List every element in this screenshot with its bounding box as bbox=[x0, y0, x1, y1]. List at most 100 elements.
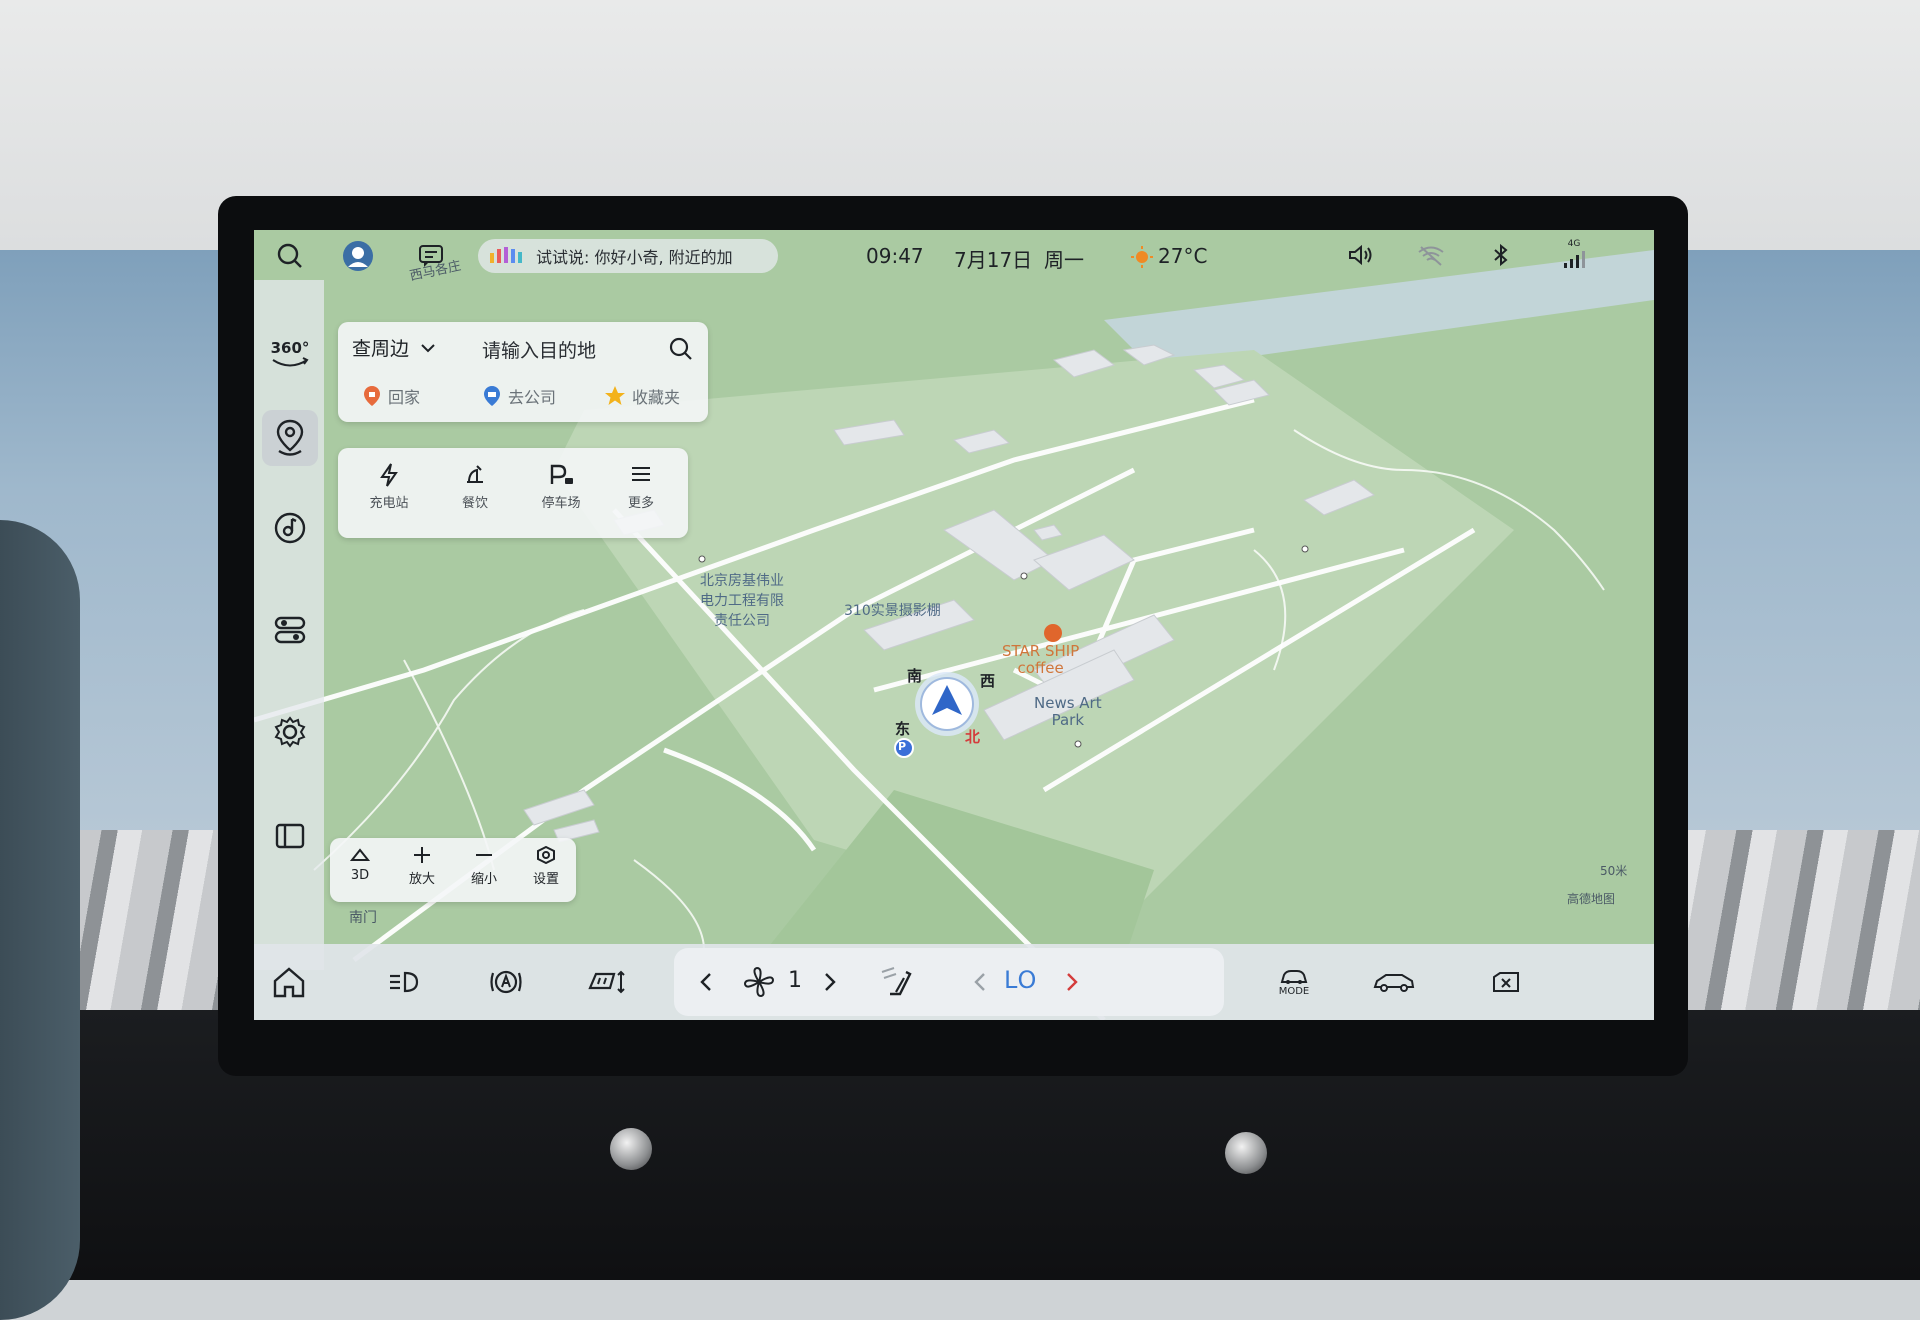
sidebar-item-music[interactable] bbox=[262, 500, 318, 556]
chevron-left-icon bbox=[974, 973, 985, 991]
map-brand-logo: 高德地图 bbox=[1567, 892, 1616, 906]
clock-time: 09:47 bbox=[866, 244, 924, 268]
fan-decrease-button[interactable] bbox=[686, 944, 726, 1020]
infotainment-screen: 西马各庄 北京房基伟业 电力工程有限 责任公司 310实景摄影棚 STAR SH… bbox=[254, 230, 1654, 1020]
message-button[interactable] bbox=[414, 240, 448, 272]
nearby-dropdown[interactable]: 查周边 bbox=[352, 334, 437, 361]
sidebar-item-controls[interactable] bbox=[262, 602, 318, 658]
destination-input[interactable]: 请输入目的地 bbox=[482, 336, 596, 363]
music-disc-icon bbox=[274, 512, 306, 544]
menu-icon bbox=[632, 467, 650, 481]
map-settings-label: 设置 bbox=[532, 872, 559, 887]
map-label-studio[interactable]: 310实景摄影棚 bbox=[844, 600, 941, 620]
message-icon bbox=[419, 245, 443, 267]
chevron-down-icon bbox=[421, 343, 435, 352]
shortcut-office[interactable]: 去公司 bbox=[482, 384, 556, 408]
temp-increase-button[interactable] bbox=[1052, 944, 1092, 1020]
shortcut-favorites[interactable]: 收藏夹 bbox=[604, 384, 680, 408]
office-pin-icon bbox=[484, 386, 500, 406]
parking-marker[interactable]: P bbox=[898, 740, 906, 753]
category-dining[interactable]: 餐饮 bbox=[450, 462, 500, 511]
sidebar-item-settings[interactable] bbox=[262, 704, 318, 760]
volume-button[interactable] bbox=[1344, 240, 1378, 270]
map-label-coffee[interactable]: STAR SHIP coffee bbox=[1002, 643, 1079, 677]
home-icon bbox=[273, 967, 305, 998]
vehicle-button[interactable] bbox=[1364, 944, 1424, 1020]
company-line-1: 北京房基伟业 bbox=[700, 573, 784, 589]
minus-icon bbox=[476, 854, 492, 856]
map-scale: 50米 bbox=[1600, 864, 1628, 878]
signal-label: 4G bbox=[1567, 238, 1581, 249]
car-mode-icon bbox=[1280, 969, 1308, 984]
user-avatar-button[interactable] bbox=[338, 236, 378, 276]
sidebar-item-apps[interactable] bbox=[262, 808, 318, 864]
seat-heating-button[interactable] bbox=[870, 944, 930, 1020]
home-button[interactable] bbox=[254, 944, 324, 1020]
zoom-out-button[interactable]: 缩小 bbox=[462, 846, 506, 887]
category-parking-label: 停车场 bbox=[541, 496, 581, 511]
gear-icon bbox=[274, 716, 306, 748]
wifi-icon bbox=[1418, 246, 1444, 266]
map-3d-button[interactable]: 3D bbox=[338, 846, 382, 883]
category-more-label: 更多 bbox=[627, 496, 654, 511]
zoom-in-label: 放大 bbox=[408, 872, 435, 887]
shortcut-home[interactable]: 回家 bbox=[362, 384, 420, 408]
status-bar: 试试说: 你好小奇, 附近的加 09:47 7月17日 周一 27°C 4G bbox=[254, 230, 1654, 280]
auto-hold-icon bbox=[490, 970, 522, 994]
speaker-icon bbox=[1349, 244, 1372, 266]
category-parking[interactable]: 停车场 bbox=[536, 462, 586, 511]
rotate-360-icon bbox=[272, 357, 309, 367]
signal-icon bbox=[1564, 250, 1585, 268]
shortcut-office-label: 去公司 bbox=[508, 388, 557, 407]
date-text: 7月17日 bbox=[954, 248, 1033, 272]
window-control-button[interactable] bbox=[1476, 944, 1536, 1020]
zoom-out-label: 缩小 bbox=[470, 872, 497, 887]
sidebar-item-navigation[interactable] bbox=[262, 410, 318, 466]
map-control-panel: 3D 放大 缩小 设置 bbox=[330, 838, 576, 902]
avatar-icon bbox=[343, 241, 373, 271]
voice-wave-icon bbox=[490, 247, 522, 263]
category-more[interactable]: 更多 bbox=[616, 462, 666, 511]
compass-north: 北 bbox=[965, 728, 981, 746]
map-label-south-gate: 南门 bbox=[349, 910, 377, 926]
seat-adjust-button[interactable] bbox=[576, 944, 636, 1020]
sidebar-item-360[interactable]: 360° bbox=[262, 326, 318, 382]
window-close-icon bbox=[1493, 972, 1519, 992]
shortcut-home-label: 回家 bbox=[388, 388, 421, 407]
voice-hint-text: 试试说: 你好小奇, 附近的加 bbox=[536, 248, 733, 267]
map-label-park[interactable]: News Art Park bbox=[1034, 695, 1102, 729]
park-line-1: News Art bbox=[1034, 694, 1102, 712]
search-icon bbox=[277, 243, 302, 268]
company-line-3: 责任公司 bbox=[714, 613, 770, 629]
category-charging-label: 充电站 bbox=[369, 496, 409, 511]
auto-hold-button[interactable] bbox=[476, 944, 536, 1020]
temp-decrease-button[interactable] bbox=[960, 944, 1000, 1020]
lightning-icon bbox=[380, 463, 398, 487]
temperature-text: 27°C bbox=[1158, 244, 1208, 268]
headlight-icon bbox=[390, 971, 419, 993]
mode-label: MODE bbox=[1278, 985, 1310, 997]
nearby-label: 查周边 bbox=[352, 338, 410, 360]
category-charging[interactable]: 充电站 bbox=[364, 462, 414, 511]
home-pin-icon bbox=[364, 386, 380, 406]
headlight-button[interactable] bbox=[374, 944, 434, 1020]
fan-icon bbox=[743, 966, 775, 998]
wifi-status[interactable] bbox=[1414, 240, 1448, 270]
seat-adjust-icon bbox=[588, 970, 625, 994]
bluetooth-status[interactable] bbox=[1486, 240, 1516, 270]
drive-mode-button[interactable]: MODE bbox=[1264, 944, 1324, 1020]
zoom-in-button[interactable]: 放大 bbox=[400, 846, 444, 887]
star-icon bbox=[605, 386, 625, 405]
location-pin-icon bbox=[276, 419, 304, 456]
steering-wheel bbox=[0, 520, 80, 1320]
voice-assistant-bar[interactable]: 试试说: 你好小奇, 附近的加 bbox=[478, 239, 778, 273]
dashboard-knob-right bbox=[1225, 1132, 1267, 1174]
chevron-left-icon bbox=[700, 973, 711, 991]
fan-increase-button[interactable] bbox=[810, 944, 850, 1020]
search-icon[interactable] bbox=[668, 336, 694, 362]
sidebar: 360° bbox=[254, 280, 324, 970]
map-label-company[interactable]: 北京房基伟业 电力工程有限 责任公司 bbox=[700, 570, 784, 630]
map-settings-button[interactable]: 设置 bbox=[524, 845, 568, 887]
search-button[interactable] bbox=[270, 238, 310, 274]
bottom-bar: 1 LO MODE bbox=[254, 944, 1654, 1020]
